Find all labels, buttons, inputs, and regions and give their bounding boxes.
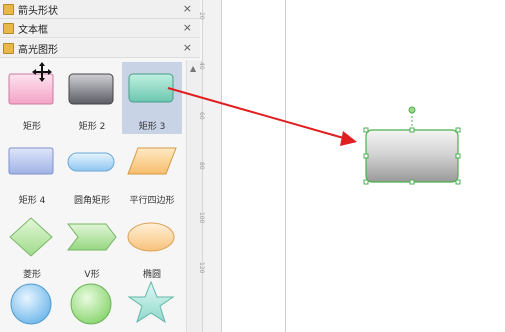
section-title: 文本框 <box>18 24 48 36</box>
shape-item-rect-4[interactable]: 矩形 4 <box>2 136 62 208</box>
shape-label: 矩形 4 <box>18 196 46 206</box>
ruler-tick: 100 <box>198 212 205 224</box>
shape-grid: 矩形 矩形 2 矩形 3 矩形 4 圆角矩形 平行四边形 菱形 V形 椭圆 <box>0 60 200 332</box>
close-icon[interactable]: × <box>183 2 192 15</box>
ellipse-icon <box>127 222 175 252</box>
shape-item-parallelogram[interactable]: 平行四边形 <box>122 136 182 208</box>
parallelogram-icon <box>127 147 177 175</box>
section-header-highlight-shapes[interactable]: 高光图形 × <box>0 39 200 58</box>
folder-icon <box>3 42 14 54</box>
shape-item-circle-blue[interactable] <box>2 272 62 332</box>
chevron-shape-icon <box>66 223 117 251</box>
library-scrollbar[interactable]: ▲ <box>186 60 202 332</box>
section-title: 高光图形 <box>18 44 58 56</box>
shape-label: 矩形 2 <box>78 122 106 132</box>
gray-rectangle-icon <box>68 73 114 105</box>
diamond-icon <box>9 217 53 257</box>
shape-item-rect-2[interactable]: 矩形 2 <box>62 62 122 134</box>
ruler-tick: 120 <box>198 262 205 274</box>
scroll-up-icon[interactable]: ▲ <box>190 64 196 73</box>
close-icon[interactable]: × <box>183 41 192 54</box>
move-cursor-icon <box>32 62 52 82</box>
folder-icon <box>3 22 14 34</box>
close-icon[interactable]: × <box>183 21 192 34</box>
section-header-textbox[interactable]: 文本框 × <box>0 19 200 38</box>
shape-item-rect-3[interactable]: 矩形 3 <box>122 62 182 134</box>
blue-circle-icon <box>10 283 52 325</box>
rounded-rectangle-icon <box>67 152 115 172</box>
shape-item-circle-green[interactable] <box>62 272 122 332</box>
shape-label: 平行四边形 <box>129 196 175 206</box>
teal-rectangle-icon <box>128 73 174 103</box>
folder-icon <box>3 3 14 15</box>
ruler-tick: 80 <box>198 162 205 170</box>
ruler-tick: 20 <box>198 12 205 20</box>
shape-label: 矩形 3 <box>138 122 166 132</box>
section-header-arrows[interactable]: 箭头形状 × <box>0 0 200 19</box>
rotate-handle-icon[interactable] <box>408 106 416 114</box>
vertical-ruler: 20 40 60 80 100 120 <box>198 0 222 332</box>
ruler-tick: 40 <box>198 62 205 70</box>
section-title: 箭头形状 <box>18 5 58 17</box>
shape-label: 圆角矩形 <box>73 196 110 206</box>
blue-rectangle-icon <box>8 147 54 175</box>
placed-rectangle-shape[interactable] <box>355 100 470 192</box>
shape-item-star[interactable] <box>122 272 182 332</box>
shape-item-rounded-rect[interactable]: 圆角矩形 <box>62 136 122 208</box>
star-icon <box>127 280 175 324</box>
shape-library-panel: 箭头形状 × 文本框 × 高光图形 × 矩形 矩形 2 矩形 3 矩形 4 圆角… <box>0 0 203 332</box>
green-circle-icon <box>70 283 112 325</box>
shape-label: 矩形 <box>22 122 41 132</box>
page-boundary <box>285 0 286 332</box>
ruler-tick: 60 <box>198 112 205 120</box>
